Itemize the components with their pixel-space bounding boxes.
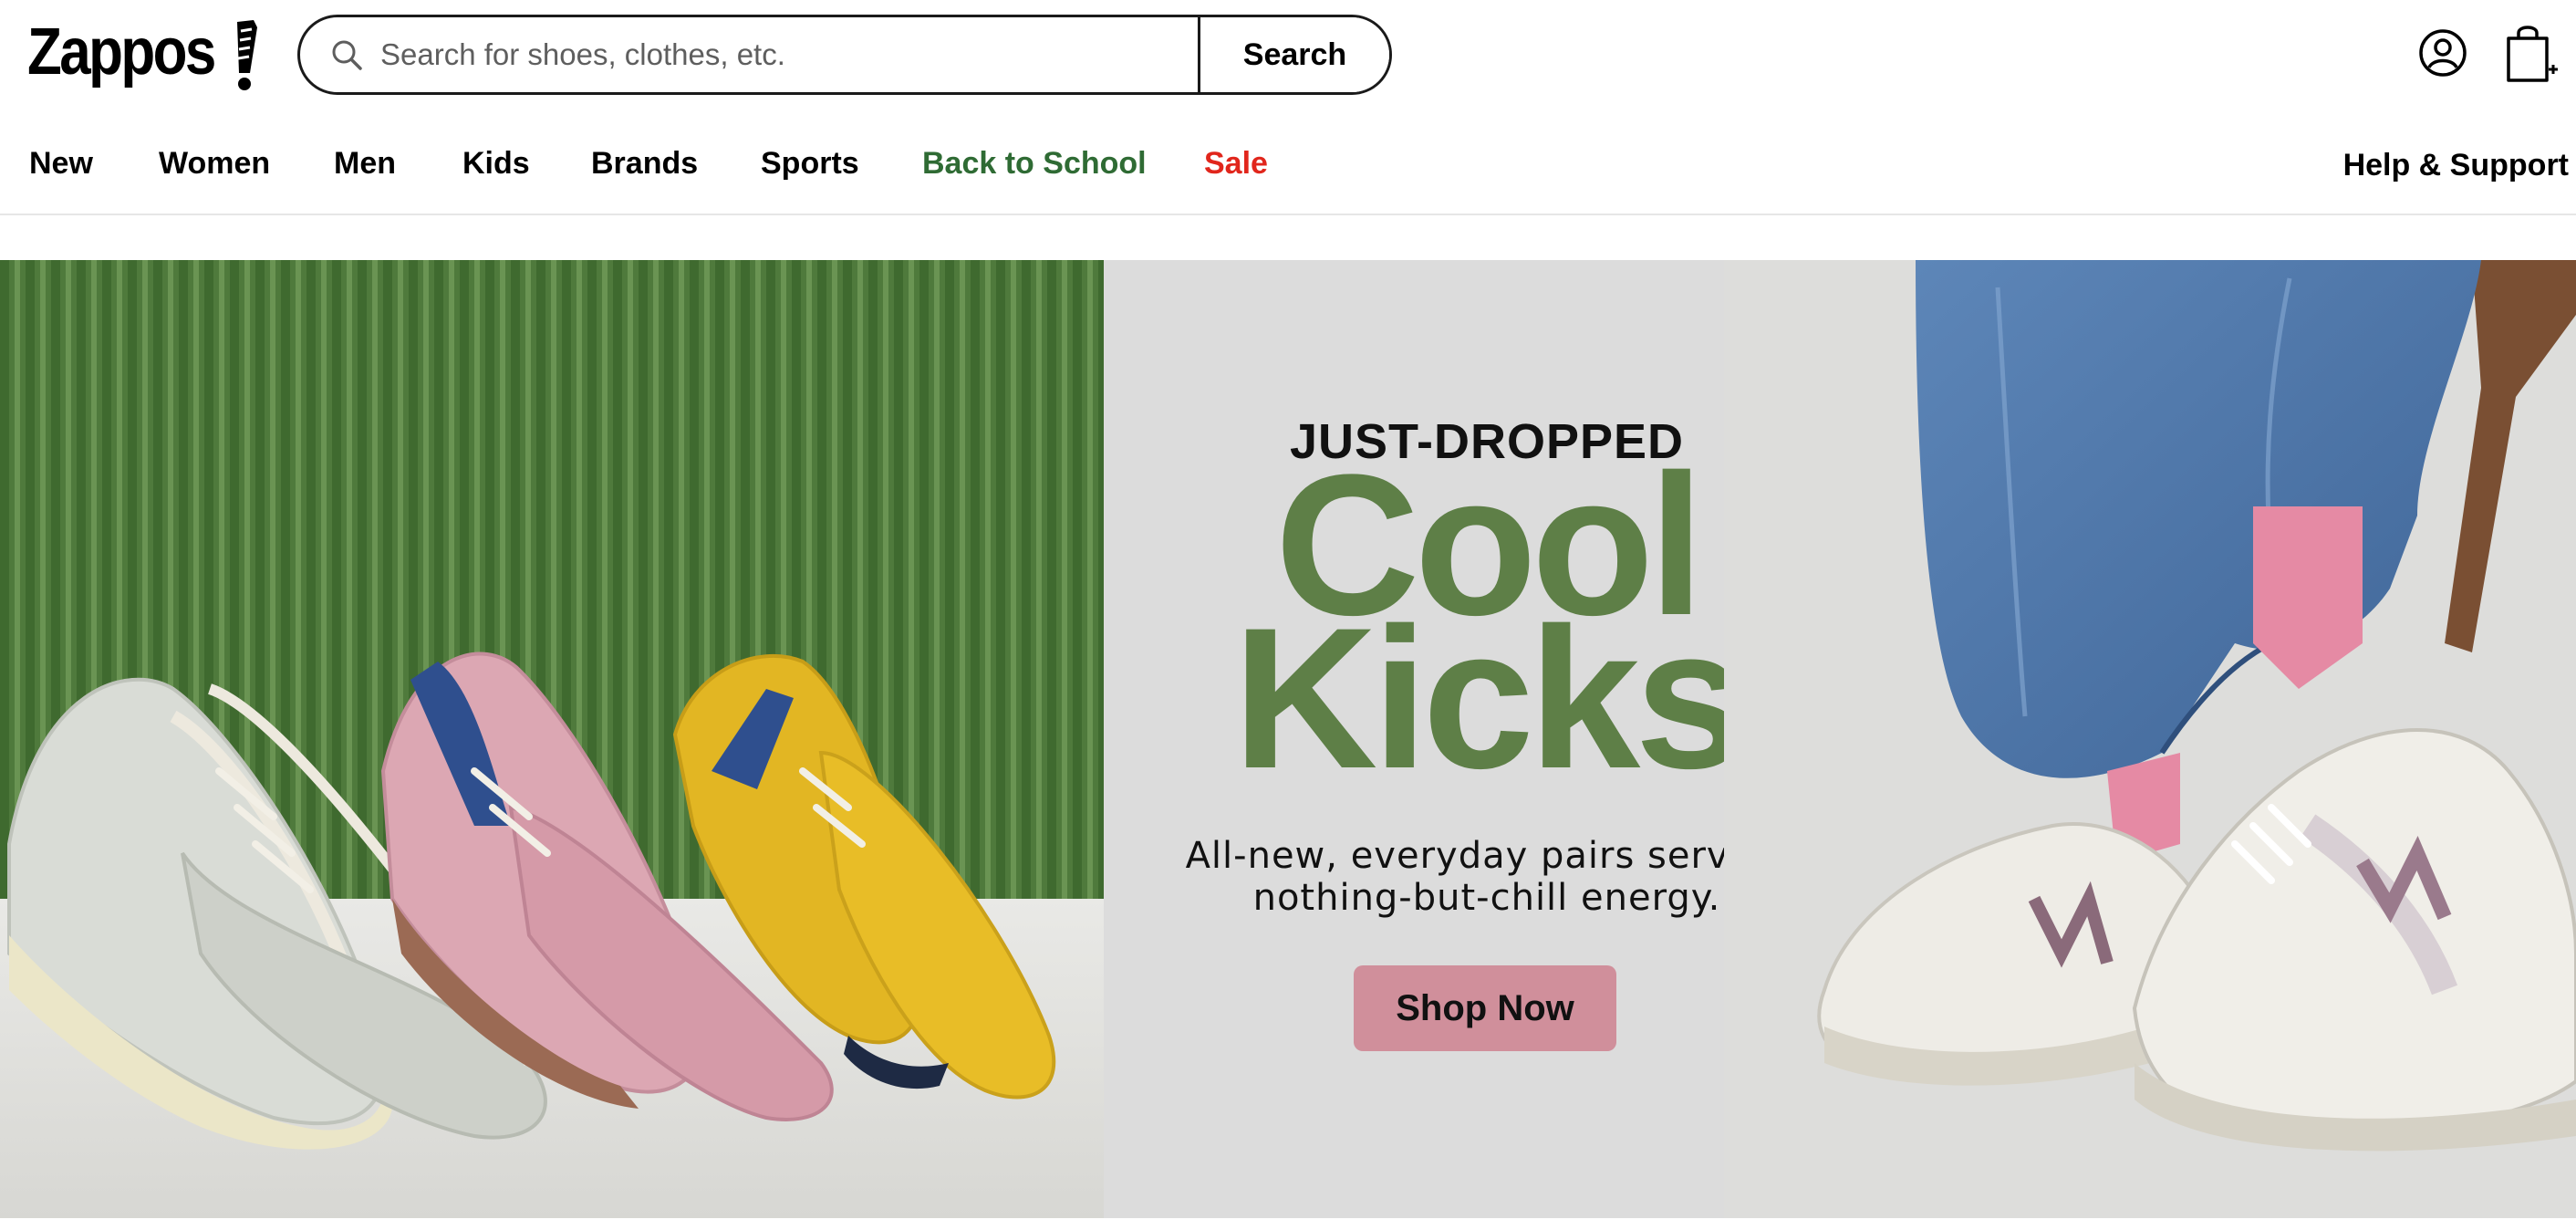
nav-item-sports[interactable]: Sports	[761, 146, 859, 182]
shop-now-button[interactable]: Shop Now	[1354, 965, 1616, 1051]
search-icon	[300, 17, 380, 92]
nav-item-back-to-school[interactable]: Back to School	[922, 146, 1147, 182]
logo-wordmark: Zappos	[27, 16, 216, 89]
nav-item-brands[interactable]: Brands	[591, 146, 698, 182]
nav-item-new[interactable]: New	[29, 146, 93, 182]
nav-item-kids[interactable]: Kids	[462, 146, 530, 182]
site-header: Zappos Search	[0, 0, 2576, 109]
main-nav: New Women Men Kids Brands Sports Back to…	[0, 128, 2576, 215]
nav-item-sale[interactable]: Sale	[1204, 146, 1268, 182]
search-bar: Search	[297, 15, 1392, 95]
nav-item-men[interactable]: Men	[334, 146, 396, 182]
cart-icon[interactable]	[2505, 24, 2560, 84]
help-support-link[interactable]: Help & Support	[2343, 148, 2569, 183]
search-button[interactable]: Search	[1198, 17, 1389, 92]
hero-banner[interactable]: JUST-DROPPED Cool Kicks All-new, everyda…	[0, 260, 2576, 1218]
logo-shoe-icon	[237, 20, 257, 90]
zappos-logo[interactable]: Zappos	[27, 13, 257, 91]
hero-subcopy: All-new, everyday pairs serving nothing-…	[1185, 835, 1789, 919]
search-input[interactable]	[380, 17, 1198, 92]
hero-image-person-sneakers	[1724, 260, 2576, 1218]
nav-item-women[interactable]: Women	[159, 146, 270, 182]
hero-image-sneakers-lineup	[0, 260, 1104, 1218]
account-icon[interactable]	[2417, 27, 2468, 78]
